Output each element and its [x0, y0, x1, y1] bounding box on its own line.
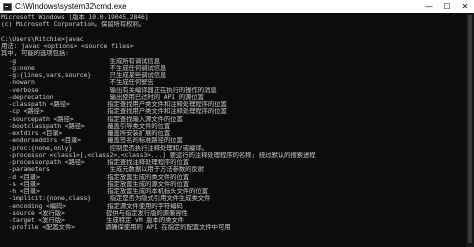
console-line: -h <目录> 指定放置生成的本机标头文件的位置	[1, 188, 208, 195]
console-line: -g:{lines,vars,source} 只生成某些调试信息	[1, 72, 167, 79]
console-line: -implicit:{none,class} 指定是否为隐式引用文件生成类文件	[1, 195, 211, 203]
console-output[interactable]: Microsoft Windows [版本 10.0.19045.2846] (c…	[1, 14, 463, 247]
console-line: -nowarn 不生成任何警告	[1, 79, 154, 87]
scrollbar-thumb[interactable]	[468, 15, 472, 243]
console-line: -encoding <编码> 指定源文件使用的字符编码	[1, 202, 183, 210]
console-line: -target <发行版> 生成特定 VM 版本的类文件	[1, 217, 184, 224]
console-line: -g:none 不生成任何调试信息	[1, 64, 167, 72]
console-line: 其中, 可能的选项包括:	[1, 50, 69, 58]
console-line: -d <目录> 指定放置生成的类文件的位置	[1, 173, 190, 181]
console-line: -sourcepath <路径> 指定查找输入源文件的位置	[1, 115, 183, 123]
console-line: -classpath <路径> 指定查找用户类文件和注释处理程序的位置	[1, 101, 227, 108]
cmd-icon	[3, 2, 12, 11]
maximize-button[interactable]: ☐	[438, 0, 456, 13]
console-line: 用法: javac <options> <source files>	[1, 43, 134, 50]
console-line: -endorseddirs <目录> 覆盖签名的标准路径的位置	[1, 137, 183, 145]
console-line: -proc:{none,only} 控制是否执行注释处理和/或编译。	[1, 144, 208, 152]
window-title: C:\Windows\system32\cmd.exe	[15, 2, 127, 11]
console-line: -processor <class1>[,<class2>,<class3>..…	[1, 151, 316, 159]
console-line: -deprecation 输出使用已过时的 API 的源位置	[1, 93, 204, 101]
console-line: -profile <配置文件> 请确保使用的 API 在指定的配置文件中可用	[1, 224, 231, 232]
console-line: Microsoft Windows [版本 10.0.19045.2846]	[1, 14, 149, 21]
minimize-button[interactable]: —	[420, 0, 438, 13]
cmd-window: C:\Windows\system32\cmd.exe — ☐ ✕ Micros…	[0, 0, 474, 247]
console-line: -processorpath <路径> 指定查找注释处理程序的位置	[1, 159, 190, 166]
console-line: -s <目录> 指定放置生成的源文件的位置	[1, 180, 190, 188]
console-line: -bootclasspath <路径> 覆盖引导类文件的位置	[1, 122, 171, 130]
console-line: -g 生成所有调试信息	[1, 57, 161, 65]
console-line: -parameters 生成元数据以用于方法参数的反射	[1, 166, 205, 174]
console-line: -verbose 输出有关编译器正在执行的操作的消息	[1, 86, 217, 94]
window-controls: — ☐ ✕	[420, 0, 474, 13]
console-line: -cp <路径> 指定查找用户类文件和注释处理程序的位置	[1, 108, 227, 116]
console-line: (c) Microsoft Corporation。保留所有权利。	[1, 21, 146, 29]
console-line: C:\Users\Ritchie>javac	[1, 35, 84, 43]
title-bar[interactable]: C:\Windows\system32\cmd.exe — ☐ ✕	[0, 0, 474, 13]
console-line: -source <发行版> 提供与指定发行版的源兼容性	[1, 209, 188, 217]
vertical-scrollbar[interactable]	[466, 13, 474, 247]
console-line: -extdirs <目录> 覆盖所安装扩展的位置	[1, 130, 171, 137]
close-button[interactable]: ✕	[456, 0, 474, 13]
